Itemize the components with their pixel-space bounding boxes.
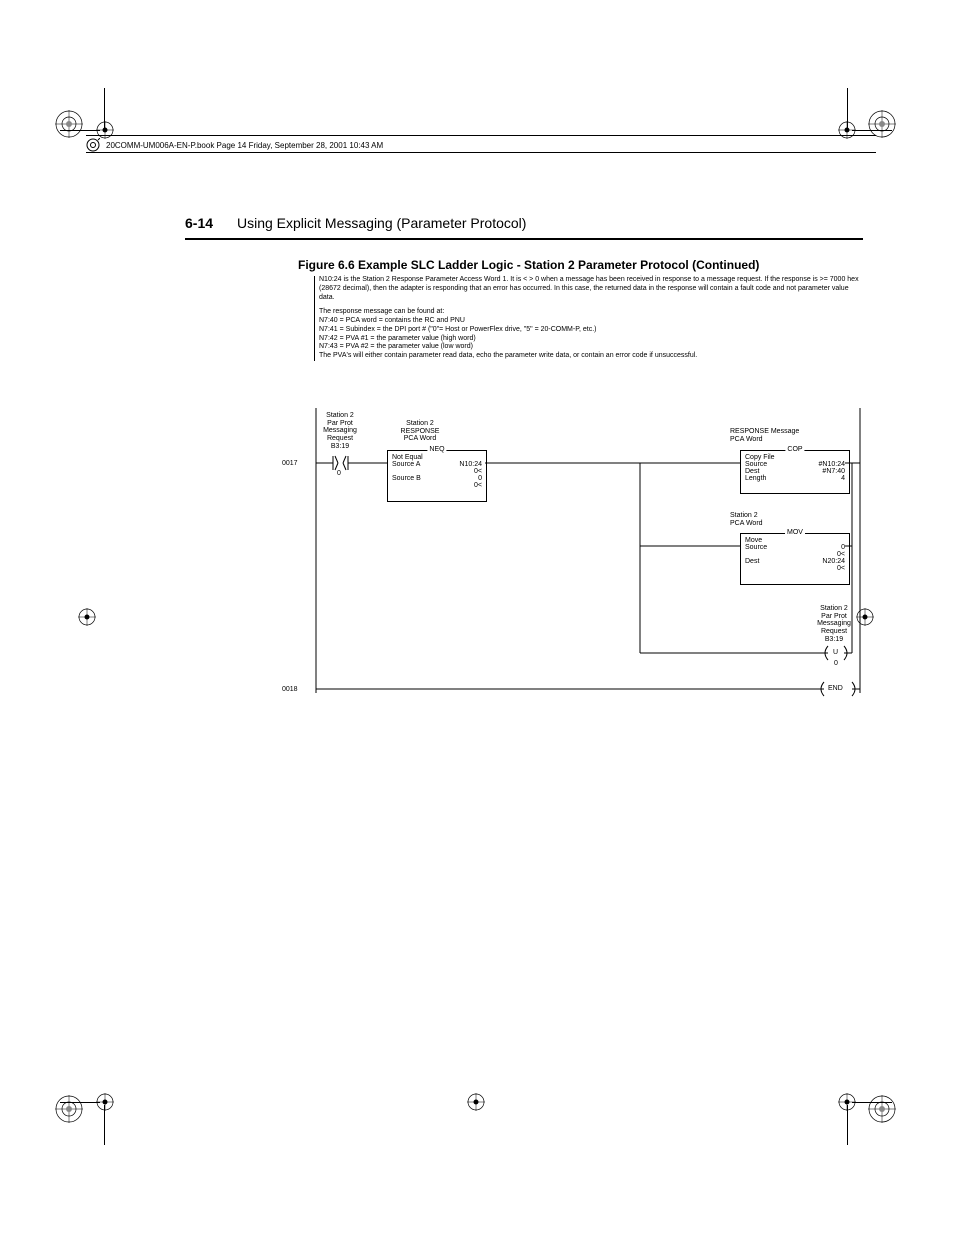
neq-srcb-sub: 0< (474, 482, 482, 489)
mov-block: MOV Move Source0 0< DestN20:24 0< (740, 533, 850, 585)
crop-line (60, 130, 100, 131)
cop-title: COP (785, 446, 804, 453)
cop-src-lbl: Source (745, 461, 767, 468)
mov-src-val: 0 (841, 544, 845, 551)
print-mark-br-outer (868, 1095, 896, 1123)
desc-p2c: N7:41 = Subindex = the DPI port # ("0"= … (319, 326, 859, 335)
end-symbol: END (828, 685, 843, 692)
desc-p2d: N7:42 = PVA #1 = the parameter value (hi… (319, 335, 859, 344)
desc-p2a: The response message can be found at: (319, 308, 859, 317)
page-number: 6-14 (185, 215, 213, 231)
figure-title: Figure 6.6 Example SLC Ladder Logic - St… (298, 258, 759, 272)
section-rule (185, 238, 863, 240)
coil-bit: 0 (834, 660, 838, 668)
ring-icon (86, 138, 100, 152)
mov-dst-val: N20:24 (822, 558, 845, 565)
mov-top-label: Station 2 PCA Word (730, 512, 790, 527)
crop-line (852, 1102, 892, 1103)
print-mark-mb (467, 1093, 485, 1111)
mov-dst-lbl: Dest (745, 558, 759, 565)
crop-line (104, 1105, 105, 1145)
crop-line (104, 88, 105, 128)
mov-name: Move (745, 537, 845, 544)
print-mark-tl-outer (55, 110, 83, 138)
cop-dst-lbl: Dest (745, 468, 759, 475)
desc-p2b: N7:40 = PCA word = contains the RC and P… (319, 317, 859, 326)
cop-block: COP Copy File Source#N10:24 Dest#N7:40 L… (740, 450, 850, 494)
cop-dst-val: #N7:40 (822, 468, 845, 475)
neq-srca-val: N10:24 (459, 461, 482, 468)
contact-label: Station 2 Par Prot Messaging Request B3:… (316, 412, 364, 450)
neq-srca-lbl: Source A (392, 461, 420, 468)
coil-label: Station 2 Par Prot Messaging Request B3:… (810, 605, 858, 643)
neq-srcb-val: 0 (478, 475, 482, 482)
cop-src-val: #N10:24 (819, 461, 845, 468)
cop-top-label: RESPONSE Message PCA Word (730, 428, 830, 443)
rung-number-0018: 0018 (282, 686, 298, 693)
doc-header: 20COMM-UM006A-EN-P.book Page 14 Friday, … (86, 135, 876, 152)
mov-dst-sub: 0< (837, 565, 845, 572)
print-mark-bl-outer (55, 1095, 83, 1123)
neq-name: Not Equal (392, 454, 482, 461)
section-title: Using Explicit Messaging (Parameter Prot… (237, 215, 526, 231)
crop-line (847, 88, 848, 128)
crop-line (852, 130, 892, 131)
neq-block: NEQ Not Equal Source AN10:24 0< Source B… (387, 450, 487, 502)
print-mark-ml (78, 608, 96, 626)
coil-sym: U (833, 649, 838, 657)
mov-src-lbl: Source (745, 544, 767, 551)
mov-src-sub: 0< (837, 551, 845, 558)
desc-p2f: The PVA's will either contain parameter … (319, 352, 859, 361)
cop-len-lbl: Length (745, 475, 766, 482)
crop-line (60, 1102, 100, 1103)
mov-title: MOV (785, 529, 805, 536)
rung-number-0017: 0017 (282, 460, 298, 467)
header-rule (86, 152, 876, 153)
neq-srca-sub: 0< (474, 468, 482, 475)
neq-top-label: Station 2 RESPONSE PCA Word (390, 420, 450, 443)
figure-description: N10:24 is the Station 2 Response Paramet… (314, 276, 859, 361)
desc-p2e: N7:43 = PVA #2 = the parameter value (lo… (319, 343, 859, 352)
crop-line (847, 1105, 848, 1145)
cop-name: Copy File (745, 454, 845, 461)
desc-p1: N10:24 is the Station 2 Response Paramet… (319, 276, 859, 302)
contact-bit: 0 (337, 470, 341, 478)
file-info-text: 20COMM-UM006A-EN-P.book Page 14 Friday, … (106, 141, 383, 150)
neq-title: NEQ (427, 446, 446, 453)
print-mark-tr-outer (868, 110, 896, 138)
neq-srcb-lbl: Source B (392, 475, 421, 482)
cop-len-val: 4 (841, 475, 845, 482)
